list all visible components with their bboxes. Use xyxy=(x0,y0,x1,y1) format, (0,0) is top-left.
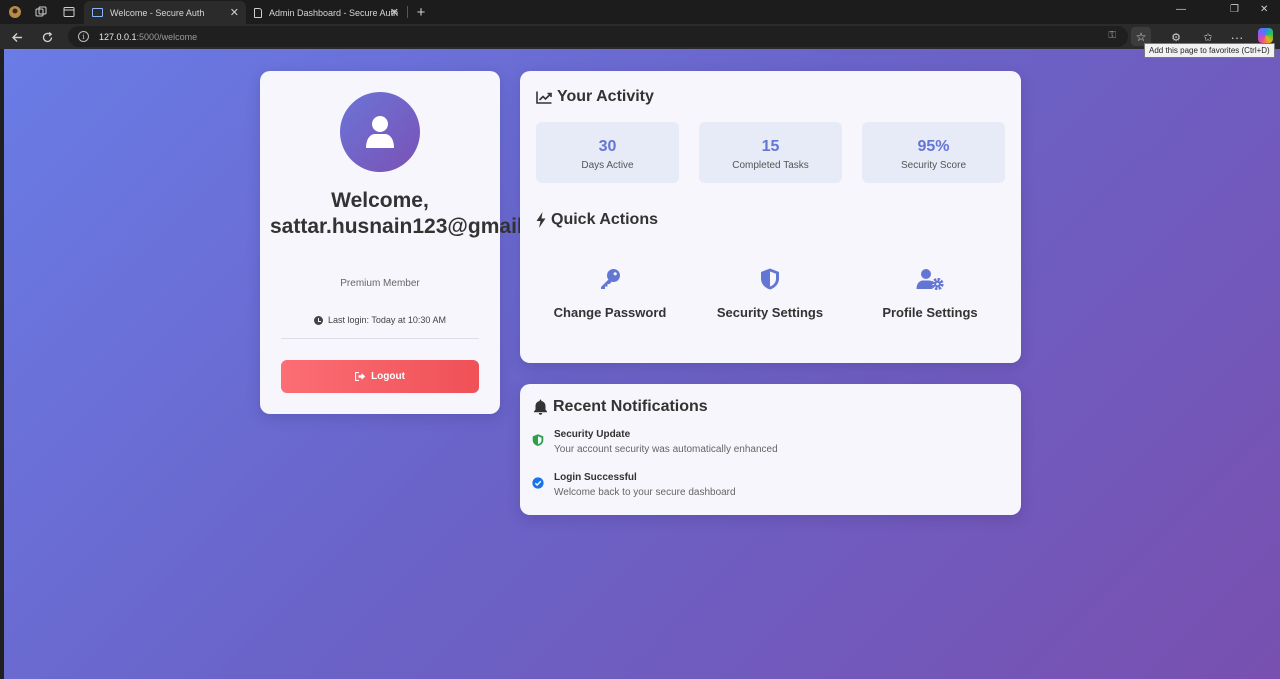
bell-icon xyxy=(534,399,547,415)
favorites-tooltip: Add this page to favorites (Ctrl+D) xyxy=(1144,43,1275,58)
site-info-icon[interactable]: i xyxy=(78,31,89,42)
activity-title: Your Activity xyxy=(536,88,654,106)
user-icon xyxy=(366,116,394,148)
browser-toolbar: i 127.0.0.1:5000/welcome ⚿ ☆ ⚙ ✩ ··· xyxy=(0,24,1280,49)
logout-label: Logout xyxy=(371,371,405,382)
url-host: 127.0.0.1 xyxy=(99,31,137,42)
tab-welcome[interactable]: Welcome - Secure Auth ✕ xyxy=(84,1,246,24)
notification-title: Login Successful xyxy=(554,472,637,483)
notification-text: Welcome back to your secure dashboard xyxy=(554,487,736,498)
action-label: Security Settings xyxy=(716,305,824,320)
clock-icon xyxy=(314,315,324,325)
notifications-card: Recent Notifications Security Update You… xyxy=(520,384,1021,515)
tab-divider xyxy=(407,6,408,18)
notification-text: Your account security was automatically … xyxy=(554,444,778,455)
back-icon[interactable] xyxy=(8,28,26,46)
logout-icon xyxy=(355,372,366,381)
restore-icon[interactable]: ❐ xyxy=(1230,4,1239,15)
password-key-icon[interactable]: ⚿ xyxy=(1108,30,1116,41)
divider xyxy=(281,338,479,339)
welcome-heading: Welcome, sattar.husnain123@gmail.com! xyxy=(270,189,579,238)
avatar xyxy=(340,92,420,172)
activity-card: Your Activity 30 Days Active 15 Complete… xyxy=(520,71,1021,363)
logout-button[interactable]: Logout xyxy=(281,360,479,393)
welcome-page: Welcome, sattar.husnain123@gmail.com! Pr… xyxy=(4,49,1280,679)
quick-actions-title: Quick Actions xyxy=(536,211,658,229)
tab-actions-icon[interactable] xyxy=(60,3,78,21)
notifications-title-text: Recent Notifications xyxy=(553,398,708,415)
profile-settings-action[interactable]: Profile Settings xyxy=(850,267,1010,320)
browser-tab-bar: Welcome - Secure Auth ✕ Admin Dashboard … xyxy=(0,0,1280,24)
shield-icon xyxy=(761,268,779,290)
stat-label: Days Active xyxy=(581,160,634,171)
security-settings-action[interactable]: Security Settings xyxy=(690,267,850,320)
minimize-icon[interactable]: — xyxy=(1176,4,1186,15)
user-gear-icon xyxy=(916,269,944,290)
stat-completed-tasks: 15 Completed Tasks xyxy=(699,122,842,183)
stat-value: 95% xyxy=(917,138,950,155)
shield-check-icon xyxy=(532,434,544,446)
notification-title: Security Update xyxy=(554,429,631,440)
last-login: Last login: Today at 10:30 AM xyxy=(260,315,500,325)
page-icon xyxy=(92,8,103,17)
key-icon xyxy=(601,269,620,289)
refresh-icon[interactable] xyxy=(38,28,56,46)
change-password-action[interactable]: Change Password xyxy=(530,267,690,320)
stat-label: Completed Tasks xyxy=(732,160,809,171)
document-icon xyxy=(254,7,262,18)
notification-item: Security Update Your account security wa… xyxy=(532,429,778,455)
close-window-icon[interactable]: ✕ xyxy=(1260,4,1268,15)
tab-title: Welcome - Secure Auth xyxy=(110,7,205,18)
close-icon[interactable]: ✕ xyxy=(230,6,239,19)
stat-days-active: 30 Days Active xyxy=(536,122,679,183)
notifications-title: Recent Notifications xyxy=(533,398,708,416)
profile-card: Welcome, sattar.husnain123@gmail.com! Pr… xyxy=(260,71,579,414)
action-label: Change Password xyxy=(553,305,667,320)
last-login-text: Last login: Today at 10:30 AM xyxy=(328,315,446,325)
tab-admin-dashboard[interactable]: Admin Dashboard - Secure Auth ✕ xyxy=(246,1,406,24)
notification-item: Login Successful Welcome back to your se… xyxy=(532,472,736,498)
url-path: :5000/welcome xyxy=(136,31,198,42)
new-tab-icon[interactable]: + xyxy=(412,3,430,21)
bolt-icon xyxy=(536,212,546,228)
action-label: Profile Settings xyxy=(882,305,978,320)
stat-value: 15 xyxy=(761,138,780,155)
check-circle-icon xyxy=(532,477,544,489)
address-bar[interactable]: i 127.0.0.1:5000/welcome ⚿ xyxy=(68,26,1128,47)
workspaces-icon[interactable] xyxy=(32,3,50,21)
stat-label: Security Score xyxy=(900,160,967,171)
quick-actions-title-text: Quick Actions xyxy=(551,211,658,228)
activity-title-text: Your Activity xyxy=(557,88,654,105)
tab-title: Admin Dashboard - Secure Auth xyxy=(269,7,399,18)
chart-line-icon xyxy=(536,91,552,104)
member-level: Premium Member xyxy=(340,278,420,289)
close-icon[interactable]: ✕ xyxy=(390,6,399,19)
profile-icon[interactable] xyxy=(6,3,24,21)
stat-security-score: 95% Security Score xyxy=(862,122,1005,183)
copilot-icon[interactable] xyxy=(1258,28,1273,43)
stat-value: 30 xyxy=(598,138,617,155)
